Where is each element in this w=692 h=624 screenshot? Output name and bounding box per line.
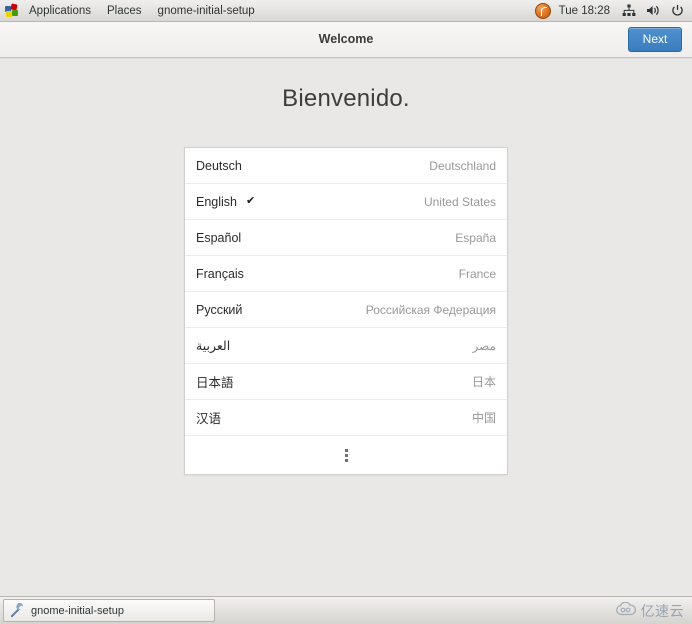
language-name: Deutsch <box>196 158 242 173</box>
check-icon: ✔ <box>246 195 256 207</box>
language-row[interactable]: Deutsch Deutschland <box>185 148 507 184</box>
language-name: 日本語 <box>196 376 234 390</box>
taskbar: gnome-initial-setup 亿速云 <box>0 596 692 624</box>
panel-clock[interactable]: Tue 18:28 <box>559 5 610 17</box>
next-button[interactable]: Next <box>628 27 682 52</box>
panel-menu-places[interactable]: Places <box>99 0 150 22</box>
volume-speaker-icon[interactable] <box>646 4 661 17</box>
language-name: 汉语 <box>196 412 222 426</box>
taskbar-window-button[interactable]: gnome-initial-setup <box>3 599 215 622</box>
language-country: Российская Федерация <box>365 302 496 317</box>
language-name: Français <box>196 266 244 281</box>
language-country: مصر <box>472 338 496 353</box>
panel-window-title[interactable]: gnome-initial-setup <box>150 0 263 22</box>
language-name: English <box>196 194 237 209</box>
language-country: United States <box>423 194 496 209</box>
more-vertical-dots-icon <box>344 448 348 462</box>
cloud-logo-icon <box>615 601 637 621</box>
language-name: العربية <box>196 339 231 353</box>
language-row[interactable]: 汉语 中国 <box>185 400 507 436</box>
language-list: Deutsch Deutschland English ✔ United States E… <box>184 147 508 475</box>
language-row[interactable]: 日本語 日本 <box>185 364 507 400</box>
applications-grid-icon[interactable] <box>5 2 21 18</box>
page-title: Welcome <box>318 32 374 46</box>
language-name: Русский <box>196 302 243 317</box>
language-row[interactable]: Русский Российская Федерация <box>185 292 507 328</box>
top-panel: Applications Places gnome-initial-setup … <box>0 0 692 22</box>
taskbar-window-label: gnome-initial-setup <box>31 604 124 617</box>
more-languages-row[interactable] <box>185 436 507 474</box>
language-country: France <box>458 266 496 281</box>
panel-menu-applications[interactable]: Applications <box>21 0 99 22</box>
language-row[interactable]: Français France <box>185 256 507 292</box>
language-country: 日本 <box>471 375 496 389</box>
language-row[interactable]: Español España <box>185 220 507 256</box>
language-country: Deutschland <box>429 158 496 173</box>
window-header-bar: Welcome Next <box>0 22 692 58</box>
language-country: 中国 <box>471 411 496 425</box>
main-content: Bienvenido. Deutsch Deutschland English ✔ Un… <box>0 59 692 596</box>
network-wired-icon[interactable] <box>622 4 636 17</box>
fedora-logo-icon[interactable] <box>534 2 551 19</box>
language-country: España <box>455 230 496 245</box>
language-row[interactable]: العربية مصر <box>185 328 507 364</box>
watermark: 亿速云 <box>615 601 685 621</box>
welcome-heading: Bienvenido. <box>282 85 410 112</box>
language-row[interactable]: English ✔ United States <box>185 184 507 220</box>
language-name: Español <box>196 230 242 245</box>
power-icon[interactable] <box>671 4 684 17</box>
gnome-initial-setup-icon <box>9 602 25 619</box>
watermark-text: 亿速云 <box>640 603 684 619</box>
